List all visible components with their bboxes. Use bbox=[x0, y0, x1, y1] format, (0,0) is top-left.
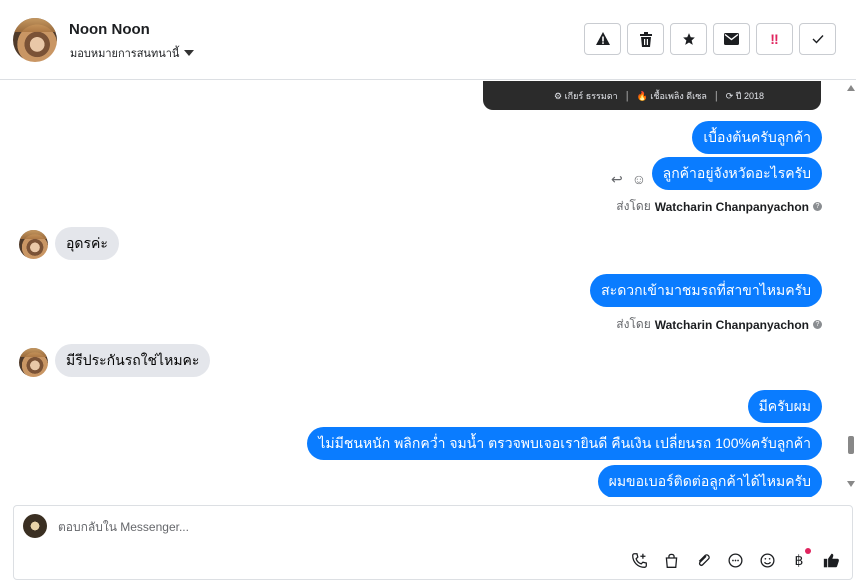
reply-icon[interactable]: ↩ bbox=[611, 171, 623, 188]
assign-conversation-dropdown[interactable]: มอบหมายการสนทนานี้ bbox=[70, 44, 195, 62]
contact-name[interactable]: Noon Noon bbox=[69, 21, 150, 38]
divider: | bbox=[714, 89, 718, 102]
call-plus-icon[interactable] bbox=[630, 551, 648, 569]
react-smiley-icon[interactable]: ☺ bbox=[632, 171, 646, 188]
contact-avatar[interactable] bbox=[13, 18, 57, 62]
paperclip-icon[interactable] bbox=[694, 551, 712, 569]
sent-by-label: ส่งโดย Watcharin Chanpanyachon ? bbox=[616, 197, 822, 216]
composer-toolbar: ฿ bbox=[630, 548, 840, 569]
sent-by-label: ส่งโดย Watcharin Chanpanyachon ? bbox=[616, 315, 822, 334]
message-hover-actions: ↩ ☺ bbox=[611, 171, 646, 188]
scroll-up-arrow-icon[interactable] bbox=[847, 85, 855, 91]
contact-avatar-small bbox=[19, 348, 48, 377]
outgoing-message[interactable]: ลูกค้าอยู่จังหวัดอะไรครับ bbox=[651, 157, 822, 190]
info-icon[interactable]: ? bbox=[813, 202, 822, 211]
check-icon bbox=[812, 35, 824, 44]
outgoing-message[interactable]: ไม่มีชนหนัก พลิกคว่ำ จมน้ำ ตรวจพบเจอเราย… bbox=[307, 427, 822, 460]
info-icon[interactable]: ? bbox=[813, 320, 822, 329]
baht-icon[interactable]: ฿ bbox=[790, 548, 811, 569]
star-icon bbox=[682, 33, 695, 45]
assign-label: มอบหมายการสนทนานี้ bbox=[70, 48, 180, 60]
caret-down-icon bbox=[184, 50, 195, 56]
mark-done-button[interactable] bbox=[799, 23, 836, 55]
thread-scrollbar[interactable] bbox=[846, 81, 856, 497]
incoming-message[interactable]: มีรีประกันรถใช่ไหมคะ bbox=[55, 344, 211, 377]
year-spec: ⟳ ปี 2018 bbox=[725, 90, 764, 101]
smiley-icon[interactable] bbox=[758, 551, 776, 569]
exclamation-icon: ‼ bbox=[770, 31, 779, 47]
outgoing-message[interactable]: มีครับผม bbox=[747, 390, 822, 423]
fuel-spec: 🔥 เชื้อเพลิง ดีเซล bbox=[636, 90, 707, 101]
header-actions: ‼ bbox=[584, 23, 836, 55]
message-thread: ⚙ เกียร์ ธรรมดา | 🔥 เชื้อเพลิง ดีเซล | ⟳… bbox=[0, 81, 846, 497]
page-avatar bbox=[23, 514, 47, 538]
follow-up-button[interactable]: ‼ bbox=[756, 23, 793, 55]
gear-spec: ⚙ เกียร์ ธรรมดา bbox=[554, 90, 618, 101]
thumbs-up-icon[interactable] bbox=[822, 551, 840, 569]
divider: | bbox=[625, 89, 629, 102]
reply-input[interactable] bbox=[58, 520, 358, 534]
outgoing-message[interactable]: เบื้องต้นครับลูกค้า bbox=[692, 121, 822, 154]
trash-icon bbox=[639, 31, 652, 47]
incoming-message[interactable]: อุดรค่ะ bbox=[55, 227, 119, 260]
scroll-down-arrow-icon[interactable] bbox=[847, 481, 855, 487]
contact-avatar-small bbox=[19, 230, 48, 259]
message-composer: ฿ bbox=[13, 505, 853, 580]
outgoing-message[interactable]: สะดวกเข้ามาชมรถที่สาขาไหมครับ bbox=[590, 274, 822, 307]
sent-by-agent: Watcharin Chanpanyachon bbox=[654, 199, 809, 214]
baht-glyph: ฿ bbox=[794, 551, 804, 568]
sent-by-agent: Watcharin Chanpanyachon bbox=[654, 317, 809, 332]
vehicle-info-card[interactable]: ⚙ เกียร์ ธรรมดา | 🔥 เชื้อเพลิง ดีเซล | ⟳… bbox=[483, 81, 821, 110]
envelope-icon bbox=[724, 33, 739, 45]
notification-dot bbox=[805, 548, 811, 554]
sent-by-prefix: ส่งโดย bbox=[616, 199, 651, 213]
conversation-header: Noon Noon มอบหมายการสนทนานี้ ‼ bbox=[0, 0, 856, 80]
sent-by-prefix: ส่งโดย bbox=[616, 317, 651, 331]
star-button[interactable] bbox=[670, 23, 707, 55]
spam-button[interactable] bbox=[584, 23, 621, 55]
warning-icon bbox=[595, 32, 610, 45]
mark-unread-button[interactable] bbox=[713, 23, 750, 55]
delete-button[interactable] bbox=[627, 23, 664, 55]
outgoing-message[interactable]: ผมขอเบอร์ติดต่อลูกค้าได้ไหมครับ bbox=[597, 465, 822, 497]
chat-bubble-icon[interactable] bbox=[726, 551, 744, 569]
shopping-bag-icon[interactable] bbox=[662, 551, 680, 569]
scroll-thumb[interactable] bbox=[848, 436, 854, 454]
